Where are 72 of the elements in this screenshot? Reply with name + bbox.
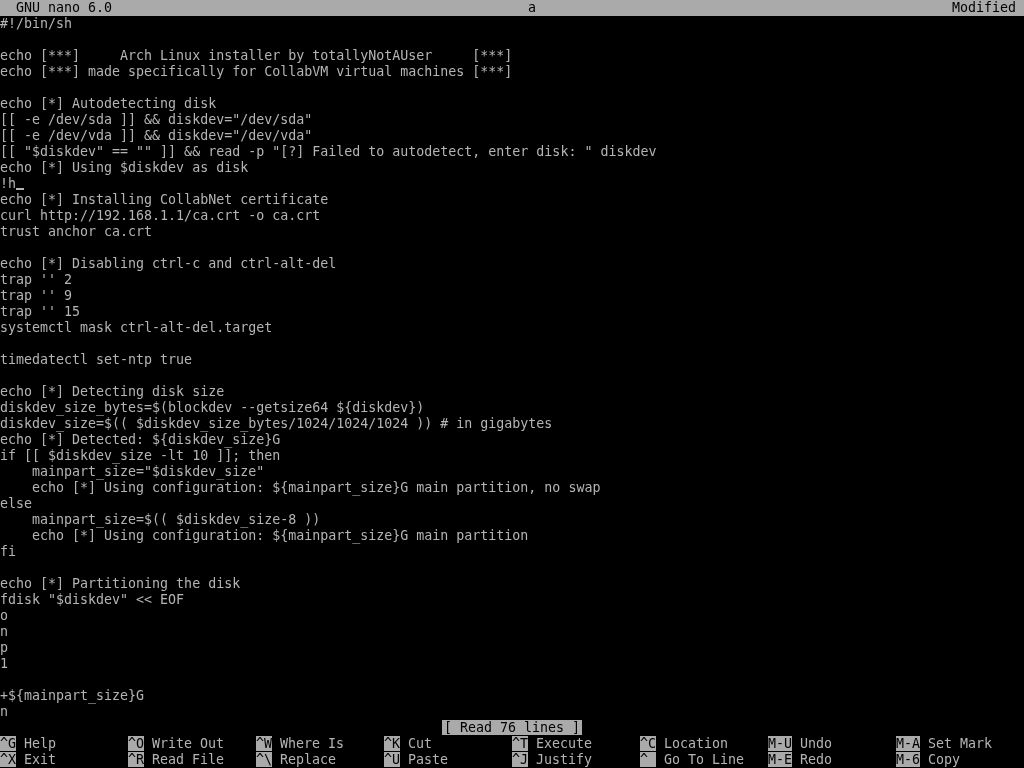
status-message: [ Read 76 lines ] — [441, 720, 583, 735]
shortcut-key: ^G — [0, 736, 16, 751]
code-line: fi — [0, 544, 16, 559]
file-name: a — [528, 0, 536, 15]
code-line: trap '' 9 — [0, 288, 73, 303]
shortcut-key: M-U — [768, 736, 793, 751]
shortcut-label: Cut — [408, 736, 433, 751]
code-line: else — [0, 496, 33, 511]
code-line: #!/bin/sh — [0, 16, 73, 31]
code-line: 1 — [0, 656, 8, 671]
code-line: echo [*] Detected: ${diskdev_size}G — [0, 432, 281, 447]
shortcut-key: ^C — [640, 736, 656, 751]
code-line: mainpart_size=$(( $diskdev_size-8 )) — [31, 512, 321, 527]
code-line: echo [*] Detecting disk size — [0, 384, 225, 399]
modified-status: Modified — [951, 0, 1016, 15]
code-line: fdisk "$diskdev" << EOF — [0, 592, 185, 607]
code-line: echo [*] Using configuration: ${mainpart_size}G main partition — [31, 528, 529, 543]
shortcut-label: Where Is — [280, 736, 345, 751]
code-line: n — [0, 624, 8, 639]
code-line: echo [*] Autodetecting disk — [0, 96, 217, 111]
shortcut-label: Go To Line — [664, 752, 745, 767]
code-line: echo [***] Arch Linux installer by totallyNotAUser [***] — [0, 48, 513, 63]
shortcut-key: ^X — [0, 752, 16, 767]
shortcut-label: Help — [24, 736, 57, 751]
code-line: curl http://192.168.1.1/ca.crt -o ca.crt — [0, 208, 321, 223]
shortcut-key: ^R — [128, 752, 144, 767]
shortcut-label: Write Out — [152, 736, 225, 751]
code-line: trap '' 2 — [0, 272, 73, 287]
code-line: echo [*] Using configuration: ${mainpart_size}G main partition, no swap — [32, 480, 601, 495]
code-line: echo [*] Partitioning the disk — [0, 576, 241, 591]
shortcut-key: ^T — [512, 736, 528, 751]
shortcut-key: M-A — [896, 736, 921, 751]
code-line: [[ -e /dev/vda ]] && diskdev="/dev/vda" — [0, 128, 313, 143]
code-line: !h — [0, 176, 16, 192]
shortcut-label: Execute — [536, 736, 593, 751]
code-line: if [[ $diskdev_size -lt 10 ]]; then — [0, 448, 281, 463]
shortcut-key: M-E — [768, 752, 793, 767]
shortcut-key: ^J — [512, 752, 528, 767]
code-line: diskdev_size_bytes=$(blockdev --getsize64 ${diskdev}) — [0, 400, 425, 415]
shortcut-label: Location — [664, 736, 729, 751]
code-line: echo [***] made specifically for CollabVM virtual machines [***] — [0, 64, 513, 79]
code-line: [[ "$diskdev" == "" ]] && read -p "[?] Failed to autodetect, enter disk: " diskdev — [0, 144, 657, 159]
code-line: diskdev_size=$(( $diskdev_size_bytes/1024/1024/1024 )) # in gigabytes — [0, 416, 553, 431]
shortcut-label: Copy — [928, 752, 961, 767]
app-version: GNU nano 6.0 — [16, 0, 113, 15]
shortcut-label: Justify — [536, 752, 593, 767]
shortcut-label: Read File — [152, 752, 225, 767]
code-line: n — [0, 704, 8, 719]
code-line: timedatectl set-ntp true — [0, 352, 193, 367]
shortcut-key: ^W — [256, 736, 272, 751]
shortcut-key: ^O — [128, 736, 144, 751]
code-line: [[ -e /dev/sda ]] && diskdev="/dev/sda" — [0, 112, 313, 127]
code-line: systemctl mask ctrl-alt-del.target — [0, 320, 273, 335]
shortcut-label: Set Mark — [928, 736, 993, 751]
shortcut-key: M-6 — [896, 752, 921, 767]
code-line: mainpart_size="$diskdev_size" — [31, 464, 265, 479]
shortcut-label: Undo — [800, 736, 833, 751]
shortcut-label: Redo — [800, 752, 833, 767]
code-line: echo [*] Using $diskdev as disk — [0, 160, 249, 175]
code-line: p — [0, 640, 8, 655]
shortcut-key: ^U — [384, 752, 400, 767]
shortcut-label: Replace — [280, 752, 337, 767]
shortcut-key: ^K — [384, 736, 400, 751]
code-line: trap '' 15 — [0, 304, 81, 319]
shortcut-key: ^\ — [256, 752, 272, 767]
shortcut-label: Exit — [24, 752, 57, 767]
code-line: trust anchor ca.crt — [0, 224, 153, 239]
code-line: o — [0, 608, 8, 623]
code-line: echo [*] Installing CollabNet certificate — [0, 192, 329, 207]
shortcut-label: Paste — [408, 752, 449, 767]
code-line: echo [*] Disabling ctrl-c and ctrl-alt-del — [0, 256, 337, 271]
code-line: +${mainpart_size}G — [0, 688, 145, 703]
